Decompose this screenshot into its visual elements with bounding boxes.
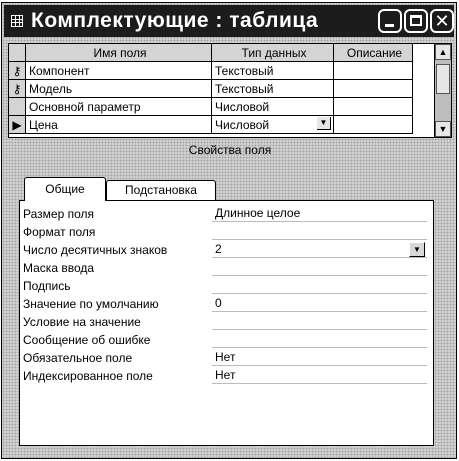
property-value[interactable] bbox=[212, 277, 427, 294]
property-row-decimal-places[interactable]: Число десятичных знаков 2 ▼ bbox=[20, 241, 433, 259]
property-value[interactable] bbox=[212, 313, 427, 330]
property-label: Число десятичных знаков bbox=[23, 243, 168, 257]
property-label: Обязательное поле bbox=[23, 351, 133, 365]
property-label: Размер поля bbox=[23, 207, 94, 221]
chevron-down-icon: ▼ bbox=[319, 118, 328, 127]
grid-vertical-scrollbar[interactable]: ▲ ▼ bbox=[434, 44, 451, 137]
column-header-data-type[interactable]: Тип данных bbox=[211, 44, 334, 62]
property-label: Формат поля bbox=[23, 225, 96, 239]
data-type-cell[interactable]: Текстовый bbox=[211, 79, 334, 98]
tab-lookup[interactable]: Подстановка bbox=[106, 180, 216, 200]
property-label: Сообщение об ошибке bbox=[23, 333, 151, 347]
property-row-caption[interactable]: Подпись bbox=[20, 277, 433, 295]
field-name-cell[interactable]: Цена bbox=[25, 115, 212, 134]
property-value[interactable]: Длинное целое bbox=[212, 205, 427, 222]
property-label: Подпись bbox=[23, 279, 71, 293]
table-row[interactable]: ▶ Цена Числовой ▼ bbox=[9, 115, 413, 134]
minimize-button[interactable] bbox=[378, 9, 402, 33]
description-cell[interactable] bbox=[333, 97, 413, 116]
field-name-cell[interactable]: Компонент bbox=[25, 61, 212, 80]
primary-key-icon: ⚷ bbox=[12, 63, 22, 78]
property-value[interactable] bbox=[212, 223, 427, 240]
field-design-grid: Имя поля Тип данных Описание ⚷ Компонент… bbox=[8, 43, 452, 138]
data-type-cell[interactable]: Числовой bbox=[211, 97, 334, 116]
row-selector[interactable]: ▶ bbox=[9, 115, 26, 134]
description-cell[interactable] bbox=[333, 79, 413, 98]
field-name-cell[interactable]: Основной параметр bbox=[25, 97, 212, 116]
grid-header-row: Имя поля Тип данных Описание bbox=[9, 44, 413, 62]
field-properties-panel: Размер поля Длинное целое Формат поля Чи… bbox=[19, 200, 434, 446]
property-value[interactable] bbox=[212, 259, 427, 276]
property-value[interactable]: 0 bbox=[212, 295, 427, 312]
minimize-icon bbox=[385, 24, 394, 27]
close-button[interactable]: ✕ bbox=[430, 9, 454, 33]
table-row[interactable]: ⚷ Компонент Текстовый bbox=[9, 61, 413, 80]
table-row[interactable]: ⚷ Модель Текстовый bbox=[9, 79, 413, 98]
description-cell[interactable] bbox=[333, 61, 413, 80]
property-label: Маска ввода bbox=[23, 261, 95, 275]
title-bar[interactable]: Комплектующие : таблица ✕ bbox=[4, 5, 454, 37]
table-row[interactable]: Основной параметр Числовой bbox=[9, 97, 413, 116]
data-type-cell[interactable]: Текстовый bbox=[211, 61, 334, 80]
row-selector[interactable]: ⚷ bbox=[9, 61, 26, 80]
maximize-icon bbox=[410, 15, 422, 26]
scroll-thumb[interactable] bbox=[436, 64, 450, 94]
data-type-cell[interactable]: Числовой ▼ bbox=[211, 115, 334, 134]
window-title: Комплектующие : таблица bbox=[31, 9, 319, 32]
arrow-up-icon: ▲ bbox=[438, 47, 448, 57]
arrow-down-icon: ▼ bbox=[438, 124, 448, 134]
scroll-down-button[interactable]: ▼ bbox=[435, 121, 451, 137]
column-header-description[interactable]: Описание bbox=[333, 44, 413, 62]
property-value[interactable] bbox=[212, 331, 427, 348]
field-properties-caption: Свойства поля bbox=[188, 143, 272, 157]
data-type-value: Числовой bbox=[215, 117, 270, 132]
property-row-default-value[interactable]: Значение по умолчанию 0 bbox=[20, 295, 433, 313]
current-row-arrow-icon: ▶ bbox=[12, 117, 22, 132]
scroll-up-button[interactable]: ▲ bbox=[435, 44, 451, 60]
decimal-places-dropdown-button[interactable]: ▼ bbox=[409, 242, 425, 257]
description-cell[interactable] bbox=[333, 115, 413, 134]
property-value-combo[interactable]: 2 ▼ bbox=[212, 241, 427, 258]
primary-key-icon: ⚷ bbox=[12, 81, 22, 96]
tab-general[interactable]: Общие bbox=[24, 177, 106, 201]
column-header-field-name[interactable]: Имя поля bbox=[25, 44, 212, 62]
row-selector[interactable]: ⚷ bbox=[9, 79, 26, 98]
property-value: 2 bbox=[215, 242, 222, 256]
property-value[interactable]: Нет bbox=[212, 349, 427, 366]
property-label: Индексированное поле bbox=[23, 369, 153, 383]
property-row-input-mask[interactable]: Маска ввода bbox=[20, 259, 433, 277]
table-icon bbox=[11, 15, 23, 27]
field-name-cell[interactable]: Модель bbox=[25, 79, 212, 98]
property-row-field-size[interactable]: Размер поля Длинное целое bbox=[20, 205, 433, 223]
property-row-required[interactable]: Обязательное поле Нет bbox=[20, 349, 433, 367]
property-label: Условие на значение bbox=[23, 315, 141, 329]
chevron-down-icon: ▼ bbox=[413, 245, 421, 254]
maximize-button[interactable] bbox=[404, 9, 428, 33]
row-selector[interactable] bbox=[9, 97, 26, 116]
property-row-validation-rule[interactable]: Условие на значение bbox=[20, 313, 433, 331]
property-row-validation-text[interactable]: Сообщение об ошибке bbox=[20, 331, 433, 349]
select-all-corner[interactable] bbox=[9, 44, 26, 62]
close-icon: ✕ bbox=[434, 11, 450, 31]
property-row-indexed[interactable]: Индексированное поле Нет bbox=[20, 367, 433, 385]
data-type-dropdown-button[interactable]: ▼ bbox=[317, 117, 331, 130]
table-design-window: Комплектующие : таблица ✕ Имя поля Тип д… bbox=[1, 2, 457, 459]
property-value[interactable]: Нет bbox=[212, 367, 427, 384]
property-row-format[interactable]: Формат поля bbox=[20, 223, 433, 241]
property-label: Значение по умолчанию bbox=[23, 297, 159, 311]
